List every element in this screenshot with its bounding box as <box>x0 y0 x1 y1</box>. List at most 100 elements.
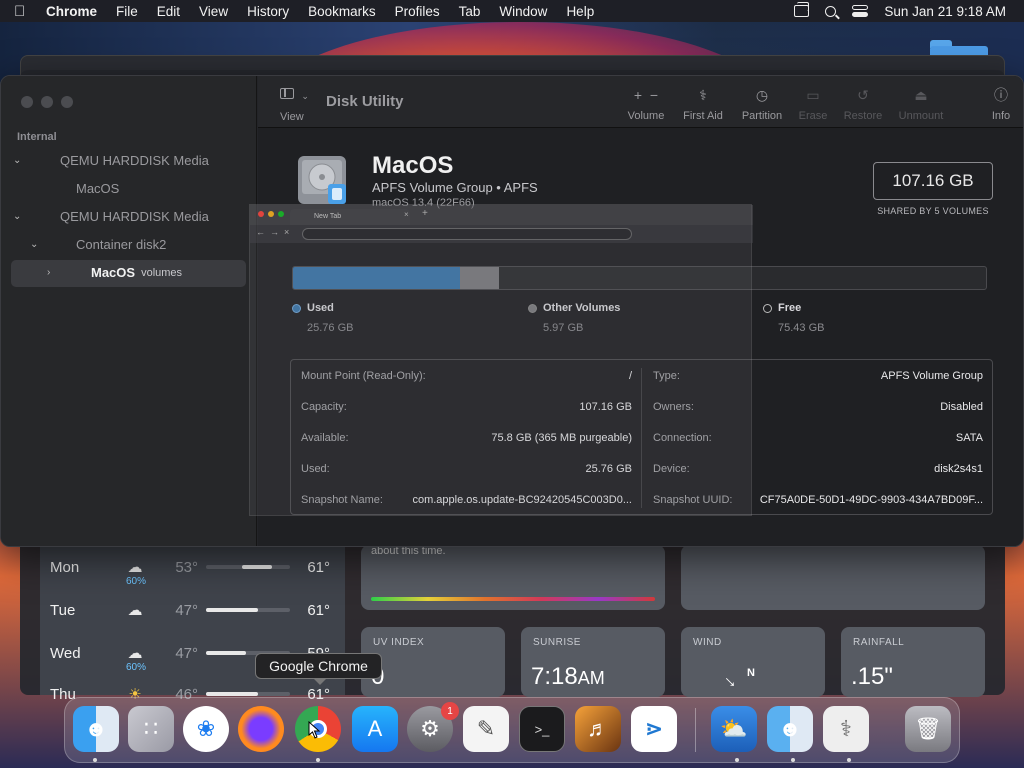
forecast-low: 47° <box>175 601 198 619</box>
sidebar-item-label: MacOS <box>76 181 120 196</box>
rain-cloud-icon: ☁ 60% <box>120 644 150 673</box>
menu-clock[interactable]: Sun Jan 21 9:18 AM <box>884 4 1006 19</box>
sidebar-item-label: QEMU HARDDISK Media <box>60 153 209 168</box>
stage-manager-icon[interactable] <box>794 2 810 17</box>
temp-range-bar <box>206 565 290 569</box>
forecast-row: Mon ☁ 60% 53° 61° <box>50 555 340 588</box>
chevron-down-icon: ⌄ <box>301 91 309 101</box>
chevron-down-icon[interactable]: ⌄ <box>30 239 44 250</box>
chrome-window-controls <box>258 211 284 217</box>
restore-button[interactable]: ↺ Restore <box>842 86 884 122</box>
menu-app-name[interactable]: Chrome <box>46 4 97 19</box>
tool-label: Erase <box>798 110 828 122</box>
new-tab-icon[interactable]: + <box>422 208 428 219</box>
chrome-window-ghost[interactable]: New Tab × + ←→× <box>249 204 753 516</box>
forecast-day: Mon <box>50 558 80 576</box>
info-value: APFS Volume Group <box>880 370 983 382</box>
control-center-icon[interactable] <box>852 5 869 17</box>
trash-icon[interactable]: 🗑 <box>905 706 951 752</box>
dock-tooltip: Google Chrome <box>255 653 382 685</box>
sidebar-toggle-icon <box>280 88 294 99</box>
volume-button[interactable]: + − Volume <box>624 86 668 122</box>
info-value: Disabled <box>940 401 983 413</box>
close-button[interactable] <box>21 96 33 108</box>
chrome-tab[interactable]: New Tab <box>290 209 410 225</box>
weather-map-panel <box>681 545 985 610</box>
sunrise-value: 7:18AM <box>531 663 605 691</box>
safari-icon[interactable]: ❀ <box>183 706 229 752</box>
zoom-button[interactable] <box>61 96 73 108</box>
info-value: CF75A0DE-50D1-49DC-9903-434A7BD09F... <box>759 494 983 506</box>
running-indicator <box>316 758 320 762</box>
partition-button[interactable]: ◷ Partition <box>738 86 786 122</box>
chrome-address-bar[interactable] <box>302 228 632 240</box>
menu-help[interactable]: Help <box>566 4 594 19</box>
tool-label: Unmount <box>898 110 944 122</box>
sidebar-item-label: Container disk2 <box>76 237 167 252</box>
forecast-high: 61° <box>307 601 330 619</box>
toolbar: ⌄ View Disk Utility + − Volume ⚕ First A… <box>258 76 1023 128</box>
eject-icon: ⏏ <box>914 87 928 103</box>
rainfall-value: .15" <box>851 663 893 690</box>
legend-value: 75.43 GB <box>778 322 825 334</box>
menu-history[interactable]: History <box>247 4 289 19</box>
textedit-icon[interactable]: ✎ <box>463 706 509 752</box>
chrome-minimize-button[interactable] <box>268 211 274 217</box>
app-store-icon[interactable]: A <box>352 706 398 752</box>
weather-icon[interactable]: ⛅ <box>711 706 757 752</box>
running-indicator <box>791 758 795 762</box>
cloud-icon: ☁ <box>127 602 143 619</box>
sidebar-item-macos-volumes[interactable]: › MacOS volumes <box>47 265 182 280</box>
pie-icon: ◷ <box>755 87 769 103</box>
wind-label: WIND <box>693 637 722 648</box>
launchpad-icon[interactable]: ∷ <box>128 706 174 752</box>
forecast-day: Tue <box>50 601 76 619</box>
dock-separator <box>695 708 696 752</box>
finder-icon[interactable]: ☻ <box>73 706 119 752</box>
firefox-icon[interactable] <box>238 706 284 752</box>
menu-window[interactable]: Window <box>499 4 547 19</box>
rainfall-panel: RAINFALL .15" <box>841 627 985 697</box>
legend-label: Free <box>778 302 802 314</box>
info-button[interactable]: ⓘ Info <box>986 86 1016 122</box>
sidebar-item-qemu-disk-1[interactable]: ⌄ QEMU HARDDISK Media <box>13 153 209 168</box>
sidebar-item-qemu-disk-2[interactable]: ⌄ QEMU HARDDISK Media <box>13 209 209 224</box>
menu-view[interactable]: View <box>199 4 228 19</box>
chevron-right-icon[interactable]: › <box>47 267 61 278</box>
window-controls <box>21 96 73 108</box>
notification-badge: 1 <box>441 702 459 720</box>
view-label: View <box>280 111 304 123</box>
unmount-button[interactable]: ⏏ Unmount <box>896 86 946 122</box>
minimize-button[interactable] <box>41 96 53 108</box>
volume-type: APFS Volume Group • APFS <box>372 180 538 195</box>
info-value: disk2s4s1 <box>934 463 983 475</box>
forecast-low: 53° <box>175 558 198 576</box>
menu-edit[interactable]: Edit <box>157 4 180 19</box>
sunrise-label: SUNRISE <box>533 637 581 648</box>
erase-button[interactable]: ▭ Erase <box>796 86 830 122</box>
menu-profiles[interactable]: Profiles <box>395 4 440 19</box>
spotlight-search-icon[interactable] <box>825 5 837 17</box>
finder-window-icon[interactable]: ☻ <box>767 706 813 752</box>
first-aid-button[interactable]: ⚕ First Aid <box>680 86 726 122</box>
plus-minus-icon: + − <box>633 87 659 103</box>
menu-bookmarks[interactable]: Bookmarks <box>308 4 376 19</box>
chevron-down-icon[interactable]: ⌄ <box>13 155 27 166</box>
terminal-icon[interactable]: >_ <box>519 706 565 752</box>
chrome-zoom-button[interactable] <box>278 211 284 217</box>
chevron-down-icon[interactable]: ⌄ <box>13 211 27 222</box>
menu-file[interactable]: File <box>116 4 138 19</box>
close-tab-icon[interactable]: × <box>404 210 409 219</box>
internal-disk-icon <box>298 156 346 204</box>
menu-tab[interactable]: Tab <box>459 4 481 19</box>
chrome-close-button[interactable] <box>258 211 264 217</box>
garageband-icon[interactable]: ♬ <box>575 706 621 752</box>
vscode-icon[interactable]: ⋗ <box>631 706 677 752</box>
sidebar-item-container-disk2[interactable]: ⌄ Container disk2 <box>30 237 166 252</box>
disk-utility-icon[interactable]: ⚕ <box>823 706 869 752</box>
chrome-nav-icons[interactable]: ←→× <box>256 227 294 237</box>
apple-icon[interactable]:  <box>14 3 32 20</box>
view-button[interactable]: ⌄ View <box>280 88 310 123</box>
capacity-box: 107.16 GB <box>873 162 993 200</box>
sidebar-item-macos-1[interactable]: MacOS <box>76 181 119 196</box>
